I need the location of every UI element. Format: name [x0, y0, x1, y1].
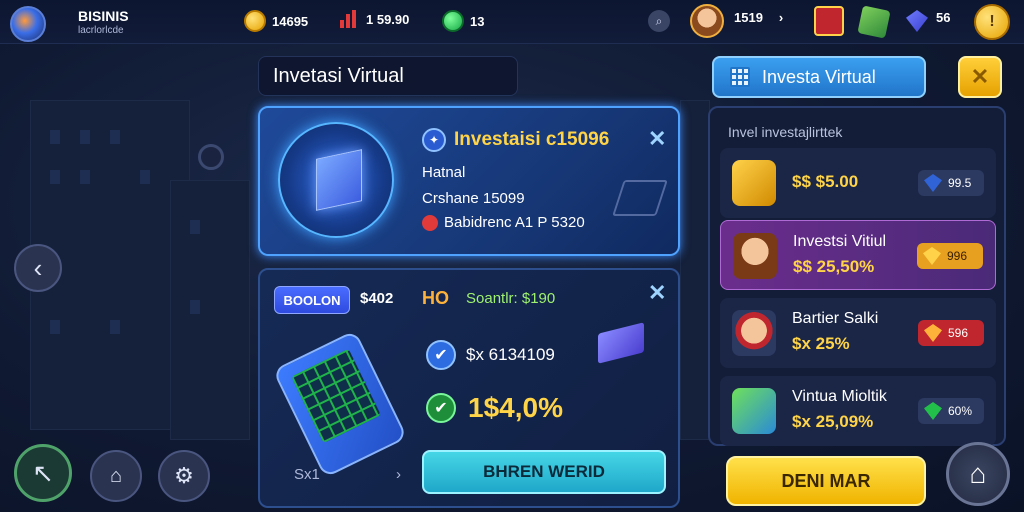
- item-value: $$ $5.00: [792, 172, 859, 191]
- category-badge: BOOLON: [274, 286, 350, 314]
- investment-line-2: Crshane 15099: [422, 190, 525, 207]
- item-chip: 996: [917, 243, 983, 269]
- card-stat: Soantlr: $190: [466, 290, 556, 307]
- confirm-button[interactable]: DENI MAR: [726, 456, 926, 506]
- page-title: Invetasi Virtual: [258, 56, 518, 96]
- stock-counter: 1 59.90: [340, 10, 409, 28]
- investment-list-panel: Invel investajlirttek $$ $5.00 99.5 Inve…: [708, 106, 1006, 446]
- list-item-active[interactable]: Investsi Vitiul $$ 25,50% 996: [720, 220, 996, 290]
- stat-row-2: ✔ 1$4,0%: [426, 392, 563, 424]
- investment-title: Investaisi c15096: [454, 129, 610, 150]
- green-gem-icon: [442, 10, 464, 32]
- green-check-icon: ✔: [426, 393, 456, 423]
- search-icon[interactable]: ⌕: [648, 10, 670, 32]
- dice-icon[interactable]: [857, 5, 891, 39]
- device-investment-card[interactable]: BOOLON $402 HO Soantlr: $190 ✕ ✔ $x 6134…: [258, 268, 680, 508]
- investment-card[interactable]: ✦ Investaisi c15096 ✕ Hatnal Crshane 150…: [258, 106, 680, 256]
- arrow-cursor-button[interactable]: ↖: [14, 444, 72, 502]
- boy-avatar-icon: [732, 310, 776, 356]
- phone-icon: [732, 160, 776, 206]
- close-icon[interactable]: ✕: [648, 282, 666, 304]
- item-chip: 596: [918, 320, 984, 346]
- map-marker-icon: [198, 144, 224, 170]
- virtual-investment-tab-label: Investa Virtual: [762, 66, 876, 87]
- item-name: Vintua Mioltik: [792, 388, 887, 405]
- coin-icon: [244, 10, 266, 32]
- footer-arrow: ›: [396, 466, 401, 483]
- list-label: Invel investajlirttek: [728, 124, 843, 140]
- list-item[interactable]: Bartier Salki $x 25% 596: [720, 298, 996, 368]
- close-icon[interactable]: ✕: [648, 128, 666, 150]
- list-item[interactable]: Vintua Mioltik $x 25,09% 60%: [720, 376, 996, 446]
- level-arrow: ›: [778, 10, 784, 25]
- lock-button[interactable]: ⌂: [90, 450, 142, 502]
- level-display: 1519 ›: [734, 10, 783, 25]
- laptop-icon: [612, 180, 668, 216]
- virtual-investment-tab[interactable]: Investa Virtual: [712, 56, 926, 98]
- blue-gem-count: 56: [936, 10, 951, 25]
- invest-action-button[interactable]: BHREN WERID: [422, 450, 666, 494]
- warning-icon: [422, 215, 438, 232]
- item-name: Bartier Salki: [792, 310, 879, 327]
- orange-gem-icon: [924, 324, 942, 342]
- blue-gem-icon: [906, 10, 928, 32]
- investment-warning: Babidrenc A1 P 5320: [422, 214, 585, 232]
- gem-count: 13: [470, 13, 485, 29]
- gold-gem-icon: [923, 247, 941, 265]
- card-prefix: HO: [422, 288, 449, 308]
- coin-count: 14695: [272, 13, 309, 29]
- close-panel-button[interactable]: ✕: [958, 56, 1002, 98]
- stat-row-1-value: $x 6134109: [466, 345, 555, 364]
- grid-icon: [730, 67, 750, 87]
- settings-badge-icon: ✦: [422, 128, 446, 152]
- coin-counter: 14695: [244, 10, 308, 32]
- package-box-icon: [598, 322, 644, 364]
- footer-label: Sx1: [294, 466, 320, 483]
- brand-name: BISINIS: [78, 8, 129, 24]
- gem-box-icon: [732, 388, 776, 434]
- cube-orb-icon: [278, 122, 394, 238]
- item-chip: 60%: [918, 398, 984, 424]
- gem-counter: 13: [442, 10, 484, 32]
- green-gem-icon: [924, 402, 942, 420]
- brand-subtitle: lacrlorlcde: [78, 25, 124, 36]
- home-button[interactable]: ⌂: [946, 442, 1010, 506]
- gift-box-icon[interactable]: [814, 6, 844, 36]
- stat-row-1: ✔ $x 6134109: [426, 340, 555, 370]
- item-name: Investsi Vitiul: [793, 233, 887, 250]
- card-price: $402: [360, 290, 394, 307]
- item-value: $$ 25,50%: [793, 257, 875, 276]
- item-value: $x 25,09%: [792, 412, 874, 431]
- settings-gear-button[interactable]: ⚙: [158, 450, 210, 502]
- investment-line-1: Hatnal: [422, 164, 466, 181]
- tablet-device-icon: [272, 329, 408, 479]
- stock-value: 1 59.90: [366, 11, 410, 27]
- blue-gem-counter: 56: [936, 10, 950, 25]
- game-logo[interactable]: [10, 6, 46, 42]
- blue-gem-icon: [924, 174, 942, 192]
- girl-avatar-icon: [733, 233, 777, 279]
- check-icon: ✔: [426, 340, 456, 370]
- add-coins-button[interactable]: !: [974, 4, 1010, 40]
- item-value: $x 25%: [792, 334, 850, 353]
- level-value: 1519: [734, 10, 763, 25]
- bar-chart-icon: [340, 10, 360, 28]
- back-button[interactable]: ‹: [14, 244, 62, 292]
- item-chip: 99.5: [918, 170, 984, 196]
- top-bar: BISINIS lacrlorlcde 14695 1 59.90 13 ⌕ 1…: [0, 0, 1024, 44]
- return-percentage: 1$4,0%: [468, 392, 563, 423]
- player-avatar[interactable]: [690, 4, 724, 38]
- list-item[interactable]: $$ $5.00 99.5: [720, 148, 996, 218]
